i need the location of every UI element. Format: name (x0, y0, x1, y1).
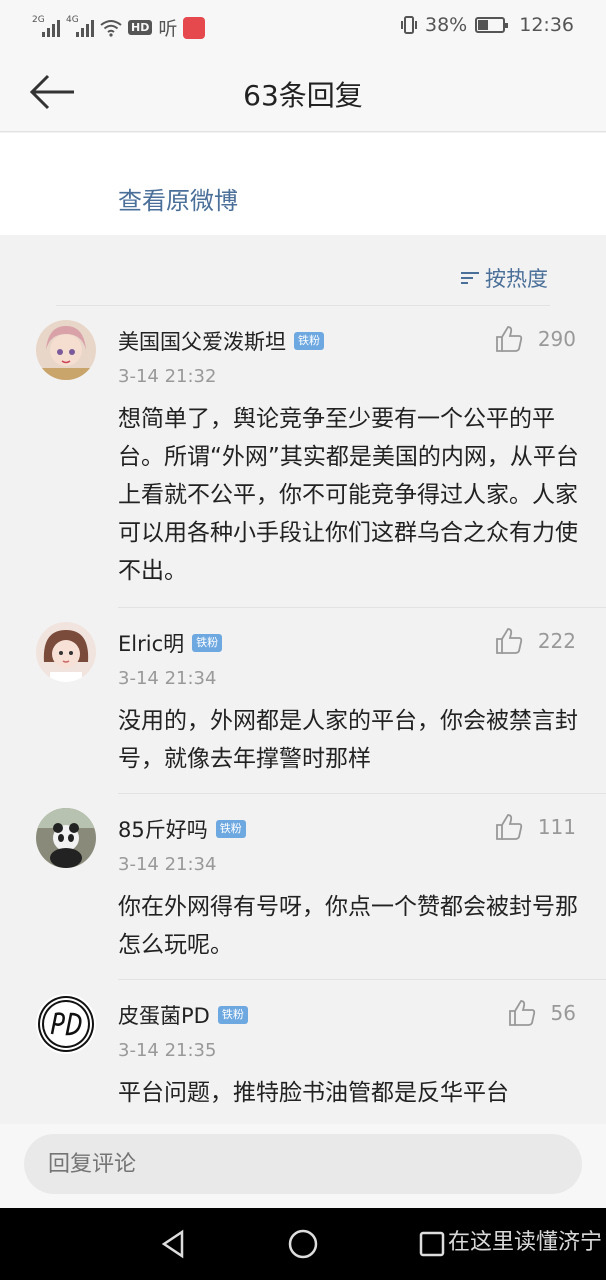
sort-row: 按热度 (0, 235, 606, 305)
fan-badge: 铁粉 (215, 820, 246, 838)
sort-icon (461, 271, 479, 285)
status-bar: 2G 4G HD 听 38% 12:36 (0, 0, 606, 52)
comment-text: 你在外网得有号呀，你点一个赞都会被封号那怎么玩呢。 (118, 894, 578, 958)
page-title: 63条回复 (243, 79, 363, 112)
system-nav-bar: 在这里读懂济宁 (0, 1208, 606, 1280)
fan-badge: 铁粉 (294, 332, 324, 350)
comment-username[interactable]: 皮蛋菌PD 铁粉 (118, 1000, 248, 1030)
circle-home-icon (288, 1229, 318, 1259)
nav-recents-button[interactable] (414, 1226, 450, 1262)
like-count: 290 (537, 327, 576, 351)
comment-time: 3-14 21:34 (118, 854, 217, 875)
comment-username[interactable]: 85斤好吗 铁粉 (118, 814, 246, 844)
username[interactable]: 85斤好吗 (118, 814, 208, 844)
comment-time: 3-14 21:35 (118, 1040, 217, 1061)
signal-icon-2: 4G (66, 15, 94, 37)
comment-text: 想简单了，舆论竞争至少要有一个公平的平台。所谓“外网”其实都是美国的内网，从平台… (118, 406, 579, 584)
reply-input[interactable] (24, 1134, 582, 1194)
comment-item[interactable]: 85斤好吗 铁粉 111 3-14 21:34 你在外网得有号呀，你点一个赞都会… (0, 794, 606, 980)
avatar[interactable] (36, 320, 96, 380)
watermark: 在这里读懂济宁 (447, 1230, 602, 1255)
like-button[interactable]: 56 (507, 998, 576, 1028)
thumbs-up-icon (495, 814, 522, 840)
view-original-link[interactable]: 查看原微博 (118, 181, 238, 216)
comment-item[interactable]: Elric明 铁粉 222 3-14 21:34 没用的，外网都是人家的平台，你… (0, 608, 606, 794)
listen-icon: 听 (158, 18, 178, 40)
nav-back-button[interactable] (156, 1226, 192, 1262)
battery-percent: 38% (425, 14, 468, 36)
username[interactable]: Elric明 (118, 628, 184, 658)
like-button[interactable]: 111 (494, 812, 576, 842)
wifi-icon (100, 19, 122, 37)
avatar[interactable] (36, 994, 96, 1054)
like-button[interactable]: 290 (494, 324, 576, 354)
original-post-section: 查看原微博 (0, 133, 606, 235)
square-recents-icon (419, 1231, 445, 1257)
avatar[interactable] (36, 808, 96, 868)
sort-label: 按热度 (485, 267, 548, 291)
hd-icon: HD (128, 20, 153, 35)
thumbs-up-icon (508, 1000, 535, 1026)
comment-item[interactable]: 皮蛋菌PD 铁粉 56 3-14 21:35 平台问题，推特脸书油管都是反华平台 (0, 980, 606, 1124)
thumbs-up-icon (495, 628, 522, 654)
like-count: 111 (537, 815, 576, 839)
comment-time: 3-14 21:32 (118, 366, 217, 387)
nav-home-button[interactable] (285, 1226, 321, 1262)
username[interactable]: 皮蛋菌PD (118, 1000, 210, 1030)
comment-username[interactable]: 美国国父爱泼斯坦 铁粉 (118, 326, 324, 356)
fan-badge: 铁粉 (192, 634, 223, 652)
comment-text: 没用的，外网都是人家的平台，你会被禁言封号，就像去年撑警时那样 (118, 708, 578, 772)
battery-icon (475, 17, 509, 33)
vibrate-icon (401, 16, 417, 34)
like-count: 222 (537, 629, 576, 653)
header: 63条回复 (0, 52, 606, 132)
comment-time: 3-14 21:34 (118, 668, 217, 689)
like-button[interactable]: 222 (494, 626, 576, 656)
avatar[interactable] (36, 622, 96, 682)
app-notification-icon (183, 16, 206, 39)
triangle-back-icon (161, 1229, 184, 1259)
reply-bar (0, 1124, 606, 1208)
comment-item[interactable]: 美国国父爱泼斯坦 铁粉 290 3-14 21:32 想简单了，舆论竞争至少要有… (0, 306, 606, 608)
sort-by-hot-button[interactable]: 按热度 (461, 263, 548, 293)
username[interactable]: 美国国父爱泼斯坦 (118, 326, 286, 356)
like-count: 56 (550, 1001, 576, 1025)
signal-icon: 2G (32, 15, 60, 37)
clock: 12:36 (519, 14, 574, 36)
thumbs-up-icon (495, 326, 522, 352)
comment-text: 平台问题，推特脸书油管都是反华平台 (118, 1080, 509, 1106)
fan-badge: 铁粉 (217, 1006, 248, 1024)
comment-username[interactable]: Elric明 铁粉 (118, 628, 223, 658)
